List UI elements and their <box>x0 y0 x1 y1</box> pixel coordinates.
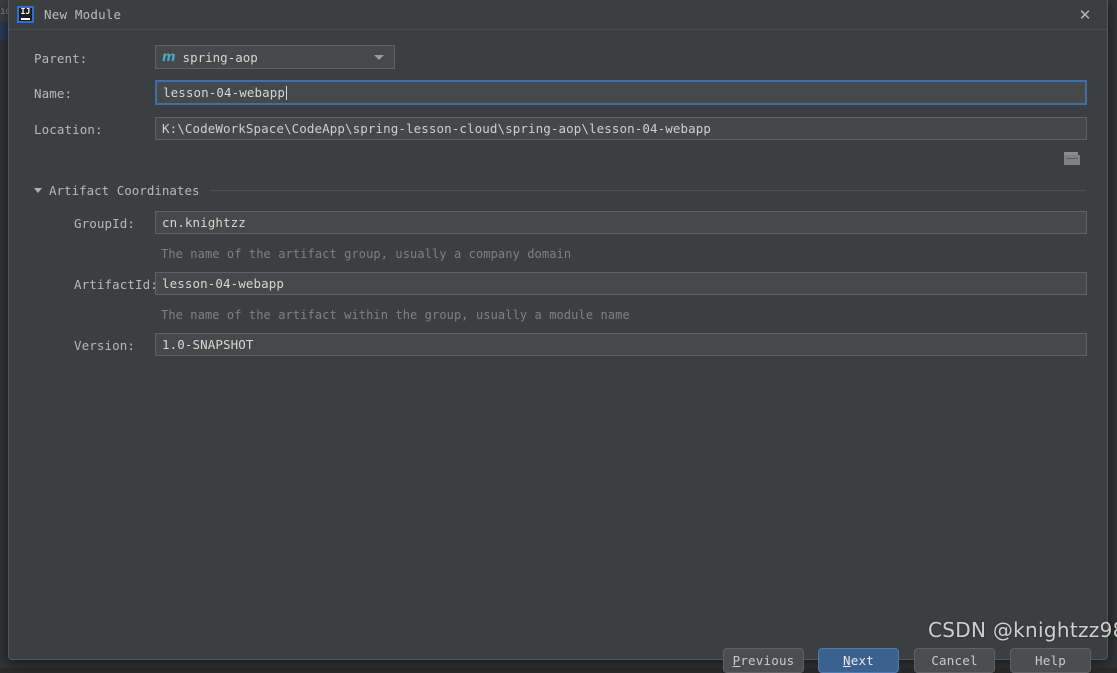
parent-combobox-value: spring-aop <box>183 50 374 65</box>
groupid-input-value: cn.knightzz <box>162 215 246 230</box>
intellij-idea-icon: IJ <box>17 6 34 23</box>
artifactid-label: ArtifactId: <box>74 277 158 292</box>
parent-label: Parent: <box>34 51 87 66</box>
parent-combobox[interactable]: m spring-aop <box>155 45 395 69</box>
close-icon[interactable]: ✕ <box>1063 0 1107 30</box>
name-input-value: lesson-04-webapp <box>163 85 285 100</box>
next-button-label: ext <box>851 653 874 668</box>
artifactid-input-value: lesson-04-webapp <box>162 276 284 291</box>
previous-button-mnemonic: P <box>733 653 741 668</box>
folder-icon-body <box>1064 155 1080 165</box>
name-input[interactable]: lesson-04-webapp <box>155 80 1087 105</box>
folder-icon[interactable] <box>1064 152 1080 165</box>
dialog-body: Parent: m spring-aop Name: lesson-04-web… <box>9 30 1107 660</box>
artifactid-input[interactable]: lesson-04-webapp <box>155 272 1087 295</box>
help-button-label: Help <box>1035 653 1066 668</box>
triangle-down-icon <box>34 188 42 193</box>
text-caret <box>286 86 287 100</box>
intellij-idea-icon-bar <box>21 18 30 20</box>
version-input[interactable]: 1.0-SNAPSHOT <box>155 333 1087 356</box>
location-input-value: K:\CodeWorkSpace\CodeApp\spring-lesson-c… <box>162 121 711 136</box>
groupid-label: GroupId: <box>74 216 135 231</box>
artifactid-hint: The name of the artifact within the grou… <box>161 308 630 322</box>
maven-module-icon: m <box>162 50 176 65</box>
name-label: Name: <box>34 86 72 101</box>
cancel-button-label: Cancel <box>931 653 977 668</box>
location-input[interactable]: K:\CodeWorkSpace\CodeApp\spring-lesson-c… <box>155 117 1087 140</box>
next-button-mnemonic: N <box>843 653 851 668</box>
csdn-watermark: CSDN @knightzz98 <box>928 618 1117 642</box>
intellij-idea-icon-letters: IJ <box>19 7 32 17</box>
dialog-title: New Module <box>44 7 121 22</box>
artifact-coordinates-section-header[interactable]: Artifact Coordinates <box>34 183 1086 198</box>
new-module-dialog: IJ New Module ✕ Parent: m spring-aop Nam… <box>8 0 1108 660</box>
next-button[interactable]: Next <box>818 648 899 673</box>
version-input-value: 1.0-SNAPSHOT <box>162 337 254 352</box>
dialog-titlebar: IJ New Module ✕ <box>9 0 1107 30</box>
groupid-input[interactable]: cn.knightzz <box>155 211 1087 234</box>
location-label: Location: <box>34 122 103 137</box>
help-button[interactable]: Help <box>1010 648 1091 673</box>
section-divider <box>210 190 1086 191</box>
chevron-down-icon <box>374 55 384 60</box>
groupid-hint: The name of the artifact group, usually … <box>161 247 571 261</box>
version-label: Version: <box>74 338 135 353</box>
previous-button-label: revious <box>740 653 794 668</box>
artifact-coordinates-title: Artifact Coordinates <box>49 183 200 198</box>
ide-right-strip <box>1107 0 1117 668</box>
folder-icon-line <box>1066 158 1078 159</box>
previous-button[interactable]: Previous <box>723 648 804 673</box>
cancel-button[interactable]: Cancel <box>914 648 995 673</box>
